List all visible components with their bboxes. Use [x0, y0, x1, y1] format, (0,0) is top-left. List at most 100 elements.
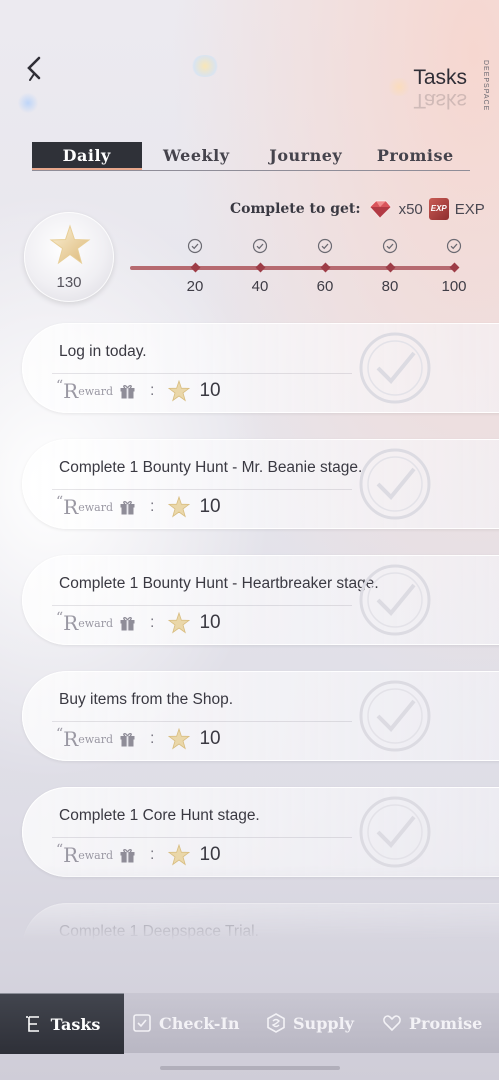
exp-icon: EXP	[428, 198, 449, 220]
star-icon	[168, 380, 191, 402]
gem-amount: x50	[398, 200, 423, 218]
reward-amount: 10	[199, 612, 221, 633]
task-name: Complete 1 Deepspace Trial.	[59, 923, 259, 940]
gift-icon	[119, 383, 136, 399]
task-name: Buy items from the Shop.	[59, 691, 234, 708]
divider	[52, 837, 352, 838]
reward-label-rest: eward	[78, 732, 114, 746]
task-card[interactable]: Complete 1 Bounty Hunt - Heartbreaker st…	[22, 555, 499, 645]
page-title: Tasks	[413, 66, 467, 89]
reward-label-rest: eward	[78, 848, 114, 862]
nav-promise-label: Promise	[409, 1013, 483, 1033]
task-reward: “Reward : 10	[56, 494, 221, 519]
heart-icon	[383, 1015, 401, 1032]
completed-check-watermark-icon	[359, 564, 431, 636]
tab-bar: Daily Weekly Journey Promise	[32, 142, 470, 171]
completed-check-watermark-icon	[359, 796, 431, 868]
reward-quote-mark: “	[56, 378, 64, 394]
gift-icon	[119, 615, 136, 631]
reward-label-initial: R	[63, 379, 79, 403]
milestone-marker	[449, 262, 460, 273]
completed-check-watermark-icon	[359, 680, 431, 752]
activity-points-value: 130	[56, 274, 82, 291]
exp-label: EXP	[454, 200, 485, 218]
milestone-80[interactable]: 80	[370, 238, 410, 295]
nav-check-in-label: Check-In	[159, 1013, 240, 1033]
tab-daily[interactable]: Daily	[32, 142, 142, 170]
reward-amount: 10	[199, 496, 221, 517]
checkin-icon	[133, 1014, 151, 1032]
tab-promise[interactable]: Promise	[361, 142, 471, 170]
task-list[interactable]: Log in today. “Reward : 10 Complete 1 Bo…	[0, 320, 499, 940]
reward-quote-mark: “	[56, 610, 64, 626]
reward-amount: 10	[199, 844, 221, 865]
nav-supply-label: Supply	[293, 1013, 354, 1033]
task-name: Complete 1 Core Hunt stage.	[59, 807, 260, 824]
tasks-icon	[25, 1016, 39, 1032]
task-reward: “Reward : 10	[56, 726, 221, 751]
reward-label-initial: R	[63, 611, 79, 635]
reward-amount: 10	[199, 728, 221, 749]
task-reward: “Reward : 10	[56, 378, 221, 403]
activity-points-badge: 130	[24, 212, 114, 302]
star-icon	[168, 612, 191, 634]
reward-label-rest: eward	[78, 500, 114, 514]
check-circle-icon	[446, 238, 462, 254]
reward-quote-mark: “	[56, 494, 64, 510]
reward-label-rest: eward	[78, 616, 114, 630]
task-reward: “Reward : 10	[56, 842, 221, 867]
reward-colon: :	[150, 498, 155, 515]
star-icon	[49, 224, 91, 265]
reward-label-initial: R	[63, 495, 79, 519]
milestone-label: 60	[316, 278, 334, 295]
task-reward: “Reward : 10	[56, 610, 221, 635]
milestone-60[interactable]: 60	[305, 238, 345, 295]
home-indicator[interactable]	[160, 1066, 340, 1070]
milestone-40[interactable]: 40	[240, 238, 280, 295]
back-button[interactable]	[20, 54, 48, 84]
supply-icon	[267, 1013, 285, 1033]
task-card[interactable]: Log in today. “Reward : 10	[22, 323, 499, 413]
star-icon	[168, 728, 191, 750]
milestone-marker	[385, 262, 396, 273]
reward-label-initial: R	[63, 727, 79, 751]
task-name: Complete 1 Bounty Hunt - Mr. Beanie stag…	[59, 459, 363, 476]
activity-progress-bar: 20 40 60 80 100	[130, 238, 467, 298]
task-card[interactable]: Complete 1 Core Hunt stage. “Reward : 10	[22, 787, 499, 877]
milestone-label: 100	[441, 278, 467, 295]
milestone-20[interactable]: 20	[175, 238, 215, 295]
bottom-navigation: Tasks Check-In Supply Promise	[0, 993, 499, 1054]
reward-amount: 10	[199, 380, 221, 401]
milestone-marker	[190, 262, 201, 273]
milestone-100[interactable]: 100	[434, 238, 474, 295]
milestone-label: 80	[381, 278, 399, 295]
task-card[interactable]: Buy items from the Shop. “Reward : 10	[22, 671, 499, 761]
nav-supply[interactable]: Supply	[266, 993, 354, 1053]
page-title-reflection: Tasks	[413, 89, 467, 112]
divider	[52, 373, 352, 374]
lens-flare-decoration	[18, 92, 38, 114]
reward-colon: :	[150, 846, 155, 863]
nav-check-in[interactable]: Check-In	[132, 993, 239, 1053]
divider	[52, 605, 352, 606]
brand-vertical-text: DEEPSPACE	[482, 60, 489, 112]
task-name: Log in today.	[59, 343, 147, 360]
check-circle-icon	[187, 238, 203, 254]
progress-track	[130, 266, 455, 270]
tab-weekly[interactable]: Weekly	[142, 142, 252, 170]
task-name: Complete 1 Bounty Hunt - Heartbreaker st…	[59, 575, 379, 592]
nav-promise[interactable]: Promise	[382, 993, 482, 1053]
task-card[interactable]: Complete 1 Deepspace Trial. “Reward : 10	[22, 903, 499, 940]
nav-tasks[interactable]: Tasks	[0, 993, 124, 1054]
completed-check-watermark-icon	[359, 332, 431, 404]
reward-label-initial: R	[63, 843, 79, 867]
tab-journey[interactable]: Journey	[251, 142, 361, 170]
gift-icon	[119, 847, 136, 863]
reward-label-rest: eward	[78, 384, 114, 398]
reward-colon: :	[150, 614, 155, 631]
back-arrow-icon	[27, 56, 41, 81]
lens-flare-decoration	[386, 78, 412, 96]
task-card[interactable]: Complete 1 Bounty Hunt - Mr. Beanie stag…	[22, 439, 499, 529]
check-circle-icon	[317, 238, 333, 254]
reward-colon: :	[150, 730, 155, 747]
